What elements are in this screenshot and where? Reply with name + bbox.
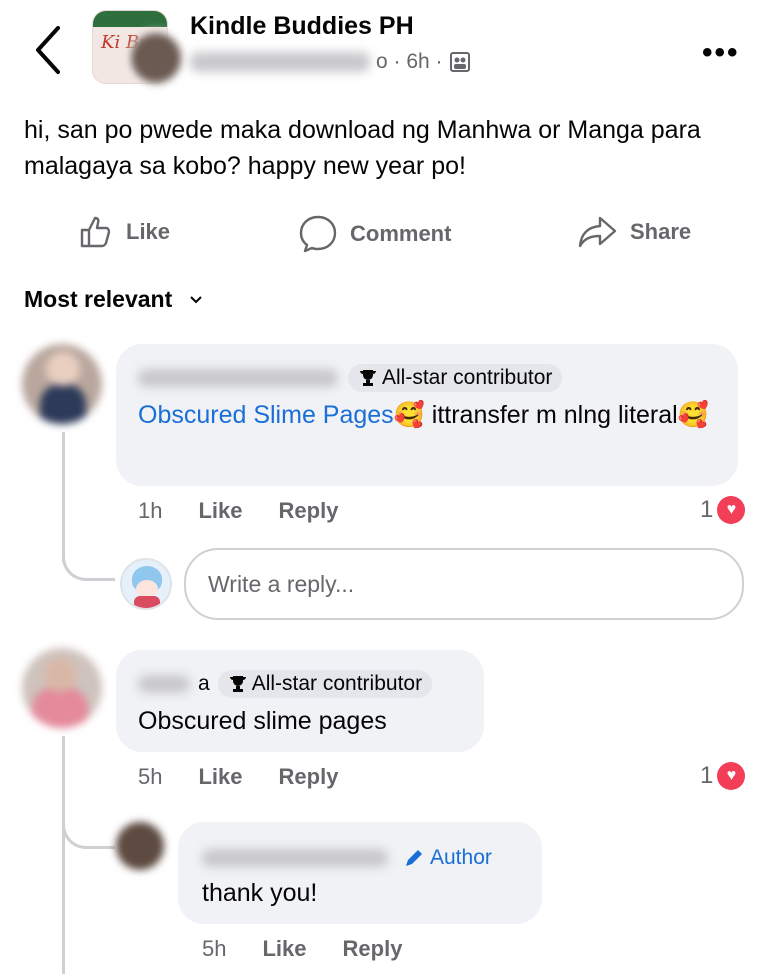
- commenter-name[interactable]: [138, 675, 190, 693]
- reply-input[interactable]: Write a reply...: [184, 548, 744, 620]
- comment-text: Obscured slime pages: [138, 707, 387, 735]
- group-privacy-icon: [449, 52, 470, 72]
- thumbs-up-icon: [80, 216, 111, 248]
- author-label: Author: [430, 846, 492, 869]
- sort-label: Most relevant: [24, 286, 173, 312]
- comment-header: a All-star contributor: [138, 670, 433, 698]
- reply-like-button[interactable]: Like: [262, 936, 306, 962]
- reply-time: 5h: [202, 936, 227, 961]
- pencil-icon: [406, 850, 422, 866]
- badge-label: All-star contributor: [251, 672, 423, 695]
- reply-text: thank you!: [202, 879, 318, 907]
- like-button[interactable]: Like: [78, 214, 170, 250]
- reply-bubble: Author thank you!: [178, 822, 542, 924]
- commenter-avatar[interactable]: [22, 344, 102, 424]
- back-button[interactable]: [28, 24, 68, 76]
- comment-like-button[interactable]: Like: [198, 764, 242, 790]
- thread-line: [62, 736, 65, 974]
- comment-sort-dropdown[interactable]: Most relevant: [24, 286, 202, 313]
- emoji-smiling-hearts: 🥰: [677, 401, 709, 429]
- reaction-number: 1: [700, 496, 714, 523]
- poster-name[interactable]: [190, 52, 370, 72]
- comment-label: Comment: [350, 221, 452, 246]
- reply-placeholder: Write a reply...: [208, 570, 355, 597]
- comment-actions: 1h Like Reply: [138, 498, 338, 524]
- share-label: Share: [630, 219, 692, 244]
- comment-text: Obscured Slime Pages🥰 ittransfer m nlng …: [138, 396, 718, 434]
- reaction-number: 1: [700, 762, 714, 789]
- post-text: hi, san po pwede maka download ng Manhwa…: [24, 116, 701, 180]
- reaction-count[interactable]: 1 ♥: [700, 496, 746, 524]
- love-reaction-icon: ♥: [717, 762, 746, 790]
- emoji-smiling-hearts: 🥰: [393, 401, 425, 429]
- thread-connector: [62, 534, 115, 581]
- contributor-badge: All-star contributor: [348, 364, 563, 392]
- poster-avatar[interactable]: [128, 30, 184, 86]
- like-label: Like: [126, 219, 171, 244]
- reply-header: Author: [202, 846, 492, 870]
- comment-button[interactable]: Comment: [298, 214, 451, 254]
- chevron-down-icon: [190, 295, 202, 303]
- comment-reply-button[interactable]: Reply: [279, 764, 339, 790]
- commenter-avatar[interactable]: [22, 648, 102, 728]
- contributor-badge: All-star contributor: [217, 670, 433, 698]
- mentioned-page-link[interactable]: Obscured Slime Pages: [138, 401, 394, 429]
- chevron-left-icon: [36, 26, 60, 74]
- reply-author-name[interactable]: [202, 849, 388, 867]
- comment-time: 5h: [138, 764, 163, 789]
- group-name[interactable]: Kindle Buddies PH: [190, 12, 414, 41]
- comment-body: ittransfer m nlng literal: [424, 401, 678, 429]
- comment-like-button[interactable]: Like: [198, 498, 242, 524]
- group-avatar-ribbon: [93, 11, 167, 27]
- reaction-count[interactable]: 1 ♥: [700, 762, 746, 790]
- reply-actions: 5h Like Reply: [202, 936, 402, 962]
- trophy-icon: [360, 370, 376, 386]
- share-icon: [578, 216, 617, 248]
- author-badge: Author: [404, 846, 492, 870]
- reply-author-avatar[interactable]: [116, 822, 164, 870]
- comment-actions: 5h Like Reply: [138, 764, 338, 790]
- trophy-icon: [229, 676, 246, 692]
- comment-bubble: a All-star contributor Obscured slime pa…: [116, 650, 484, 752]
- comment-icon: [299, 215, 337, 253]
- badge-label: All-star contributor: [382, 366, 553, 389]
- my-avatar[interactable]: [120, 558, 172, 610]
- comment-reply-button[interactable]: Reply: [279, 498, 339, 524]
- commenter-name-fragment: a: [198, 672, 210, 695]
- love-reaction-icon: ♥: [717, 496, 746, 524]
- reply-reply-button[interactable]: Reply: [343, 936, 403, 962]
- post-meta: o · 6h ·: [190, 50, 471, 74]
- comment-time: 1h: [138, 498, 163, 523]
- post-time: o · 6h ·: [376, 50, 443, 73]
- comment-bubble: All-star contributor Obscured Slime Page…: [116, 344, 738, 486]
- thread-connector: [62, 800, 115, 849]
- comment-header: All-star contributor: [138, 364, 563, 392]
- share-button[interactable]: Share: [578, 214, 691, 250]
- more-options-button[interactable]: •••: [702, 36, 740, 70]
- commenter-name[interactable]: [138, 369, 338, 387]
